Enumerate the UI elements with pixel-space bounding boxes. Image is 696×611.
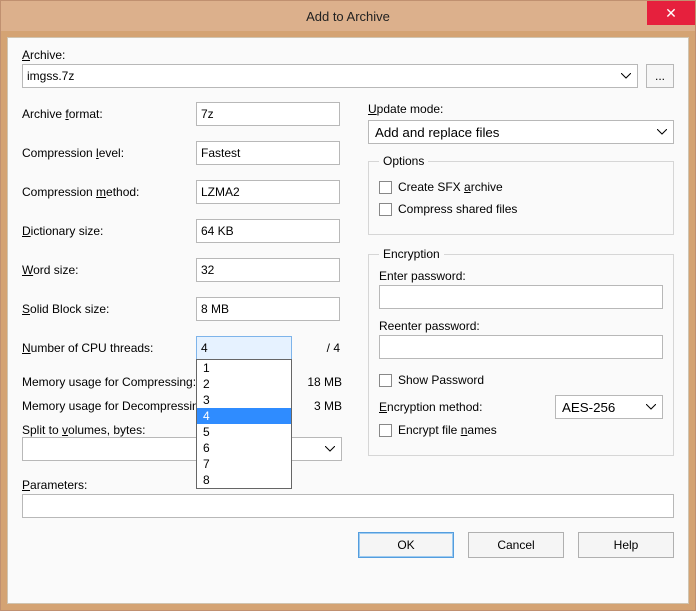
- split-combo[interactable]: [22, 437, 342, 461]
- word-label: Word size:: [22, 263, 196, 277]
- update-mode-select[interactable]: Add and replace files: [368, 120, 674, 144]
- cpu-dropdown-list[interactable]: 1 2 3 4 5 6 7 8: [196, 359, 292, 489]
- window-title: Add to Archive: [306, 9, 390, 24]
- cpu-option-1[interactable]: 1: [197, 360, 291, 376]
- dict-label: Dictionary size:: [22, 224, 196, 238]
- cpu-option-2[interactable]: 2: [197, 376, 291, 392]
- word-row: Word size: 32: [22, 258, 342, 282]
- parameters-input[interactable]: [22, 494, 674, 518]
- format-select[interactable]: 7z: [196, 102, 340, 126]
- cpu-select[interactable]: 4: [196, 336, 292, 360]
- archive-label: Archive:: [22, 48, 674, 62]
- parameters-label: Parameters:: [22, 478, 674, 492]
- archive-row: imgss.7z ...: [22, 64, 674, 88]
- ok-button[interactable]: OK: [358, 532, 454, 558]
- browse-button[interactable]: ...: [646, 64, 674, 88]
- archive-label-rest: rchive:: [30, 48, 65, 62]
- cpu-option-7[interactable]: 7: [197, 456, 291, 472]
- titlebar: Add to Archive ✕: [1, 1, 695, 31]
- browse-button-label: ...: [655, 69, 665, 83]
- reenter-pw-label: Reenter password:: [379, 319, 663, 333]
- block-label: Solid Block size:: [22, 302, 196, 316]
- sfx-label: Create SFX archive: [398, 180, 503, 194]
- split-label: Split to volumes, bytes:: [22, 423, 342, 437]
- mem-decomp-row: Memory usage for Decompressing: 3 MB: [22, 399, 342, 413]
- cpu-controls: 4 / 4 1 2 3 4 5 6 7 8: [196, 336, 340, 360]
- cpu-option-4[interactable]: 4: [197, 408, 291, 424]
- level-label: Compression level:: [22, 146, 196, 160]
- parameters-area: Parameters:: [22, 478, 674, 518]
- cpu-option-5[interactable]: 5: [197, 424, 291, 440]
- show-pw-checkbox[interactable]: [379, 374, 392, 387]
- options-group: Options Create SFX archive Compress shar…: [368, 154, 674, 235]
- shared-label: Compress shared files: [398, 202, 517, 216]
- close-button[interactable]: ✕: [647, 1, 695, 25]
- cpu-row: Number of CPU threads: 4 / 4 1 2 3 4 5: [22, 336, 342, 360]
- cpu-total: / 4: [327, 341, 340, 355]
- cancel-button[interactable]: Cancel: [468, 532, 564, 558]
- dict-row: Dictionary size: 64 KB: [22, 219, 342, 243]
- button-bar: OK Cancel Help: [22, 532, 674, 558]
- cpu-option-8[interactable]: 8: [197, 472, 291, 488]
- enc-fn-checkbox[interactable]: [379, 424, 392, 437]
- dict-select[interactable]: 64 KB: [196, 219, 340, 243]
- enc-fn-label: Encrypt file names: [398, 423, 497, 437]
- encryption-group: Encryption Enter password: Reenter passw…: [368, 247, 674, 456]
- sfx-row[interactable]: Create SFX archive: [379, 180, 663, 194]
- archive-label-u: A: [22, 48, 30, 62]
- columns: Archive format: 7z Compression level: Fa…: [22, 102, 674, 468]
- help-button[interactable]: Help: [578, 532, 674, 558]
- shared-row[interactable]: Compress shared files: [379, 202, 663, 216]
- show-pw-row[interactable]: Show Password: [379, 373, 663, 387]
- enter-pw-input[interactable]: [379, 285, 663, 309]
- archive-path-input[interactable]: imgss.7z: [22, 64, 638, 88]
- enc-fn-row[interactable]: Encrypt file names: [379, 423, 663, 437]
- enc-method-row: Encryption method: AES-256: [379, 395, 663, 419]
- right-column: Update mode: Add and replace files Optio…: [368, 102, 674, 468]
- enc-method-select[interactable]: AES-256: [555, 395, 663, 419]
- word-select[interactable]: 32: [196, 258, 340, 282]
- sfx-checkbox[interactable]: [379, 181, 392, 194]
- block-select[interactable]: 8 MB: [196, 297, 340, 321]
- method-label: Compression method:: [22, 185, 196, 199]
- options-legend: Options: [379, 154, 428, 168]
- method-row: Compression method: LZMA2: [22, 180, 342, 204]
- cpu-option-3[interactable]: 3: [197, 392, 291, 408]
- format-label: Archive format:: [22, 107, 196, 121]
- shared-checkbox[interactable]: [379, 203, 392, 216]
- method-select[interactable]: LZMA2: [196, 180, 340, 204]
- level-row: Compression level: Fastest: [22, 141, 342, 165]
- block-row: Solid Block size: 8 MB: [22, 297, 342, 321]
- enc-method-label: Encryption method:: [379, 400, 555, 414]
- dialog-body: Archive: imgss.7z ... Archive format: 7z: [7, 37, 689, 604]
- format-row: Archive format: 7z: [22, 102, 342, 126]
- cpu-label: Number of CPU threads:: [22, 341, 196, 355]
- close-icon: ✕: [665, 5, 677, 22]
- dialog-window: Add to Archive ✕ Archive: imgss.7z ... A…: [0, 0, 696, 611]
- cpu-option-6[interactable]: 6: [197, 440, 291, 456]
- show-pw-label: Show Password: [398, 373, 484, 387]
- update-label: Update mode:: [368, 102, 674, 116]
- mem-comp-row: Memory usage for Compressing: 18 MB: [22, 375, 342, 389]
- split-block: Split to volumes, bytes:: [22, 423, 342, 461]
- reenter-pw-input[interactable]: [379, 335, 663, 359]
- level-select[interactable]: Fastest: [196, 141, 340, 165]
- left-column: Archive format: 7z Compression level: Fa…: [22, 102, 342, 468]
- enter-pw-label: Enter password:: [379, 269, 663, 283]
- encryption-legend: Encryption: [379, 247, 444, 261]
